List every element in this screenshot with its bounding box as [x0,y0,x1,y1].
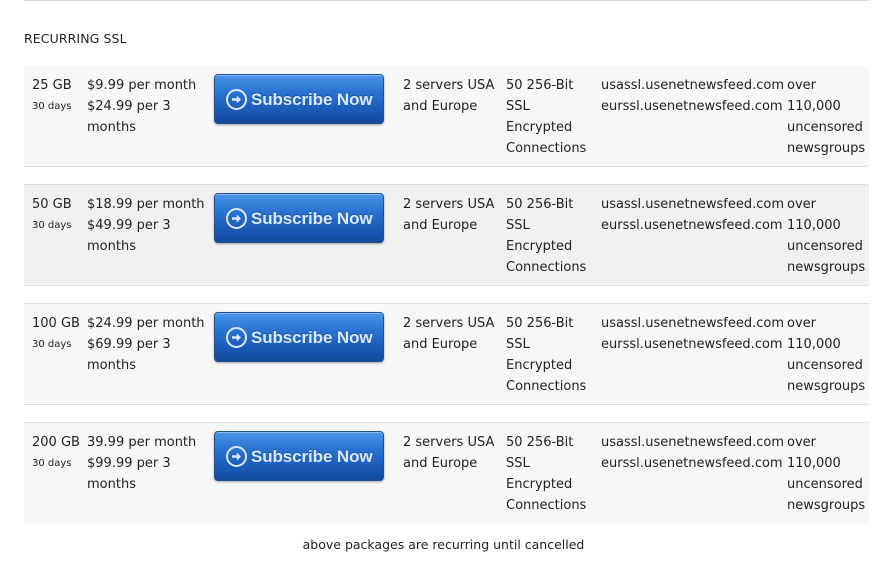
package-connections: 50 256-Bit SSL Encrypted Connections [506,197,587,275]
host-usa: usassl.usenetnewsfeed.com [601,435,784,450]
price-monthly: 39.99 per month [87,435,197,450]
package-hosts: usassl.usenetnewsfeed.com eurssl.usenetn… [601,194,784,236]
price-quarterly: $99.99 per 3 months [87,456,171,492]
price-quarterly: $24.99 per 3 months [87,99,171,135]
top-divider [24,0,869,1]
arrow-right-circle-icon [226,88,247,110]
subscribe-now-button[interactable]: Subscribe Now [214,74,384,124]
host-usa: usassl.usenetnewsfeed.com [601,78,784,93]
price-quarterly: $49.99 per 3 months [87,218,171,254]
price-monthly: $18.99 per month [87,197,205,212]
package-table: 25 GB 30 days $9.99 per month $24.99 per… [24,66,869,524]
host-usa: usassl.usenetnewsfeed.com [601,197,784,212]
package-duration: 30 days [32,339,72,350]
package-size: 25 GB [32,78,72,93]
package-row: 100 GB 30 days $24.99 per month $69.99 p… [24,303,869,405]
subscribe-button-label: Subscribe Now [251,208,373,228]
package-connections: 50 256-Bit SSL Encrypted Connections [506,435,587,513]
recurring-footnote: above packages are recurring until cance… [302,537,585,552]
section-title: RECURRING SSL [24,31,127,46]
package-servers: 2 servers USA and Europe [403,78,495,114]
package-size-cell: 200 GB 30 days [32,432,80,474]
package-size: 50 GB [32,197,72,212]
package-duration: 30 days [32,458,72,469]
host-europe: eurssl.usenetnewsfeed.com [601,337,783,352]
package-newsgroups: over 110,000 uncensored newsgroups [787,78,866,156]
package-size-cell: 50 GB 30 days [32,194,80,236]
package-price-cell: 39.99 per month $99.99 per 3 months [87,432,212,495]
package-connections: 50 256-Bit SSL Encrypted Connections [506,316,587,394]
package-row: 200 GB 30 days 39.99 per month $99.99 pe… [24,422,869,524]
subscribe-button-label: Subscribe Now [251,327,373,347]
price-quarterly: $69.99 per 3 months [87,337,171,373]
package-duration: 30 days [32,220,72,231]
package-price-cell: $9.99 per month $24.99 per 3 months [87,75,212,138]
package-size: 100 GB [32,316,80,331]
package-servers: 2 servers USA and Europe [403,316,495,352]
package-connections: 50 256-Bit SSL Encrypted Connections [506,78,587,156]
package-duration: 30 days [32,101,72,112]
package-newsgroups: over 110,000 uncensored newsgroups [787,197,866,275]
host-europe: eurssl.usenetnewsfeed.com [601,456,783,471]
host-europe: eurssl.usenetnewsfeed.com [601,218,783,233]
subscribe-now-button[interactable]: Subscribe Now [214,312,384,362]
package-servers: 2 servers USA and Europe [403,197,495,233]
package-size-cell: 100 GB 30 days [32,313,80,355]
host-usa: usassl.usenetnewsfeed.com [601,316,784,331]
price-monthly: $9.99 per month [87,78,197,93]
subscribe-button-label: Subscribe Now [251,89,373,109]
package-servers: 2 servers USA and Europe [403,435,495,471]
package-price-cell: $24.99 per month $69.99 per 3 months [87,313,212,376]
package-newsgroups: over 110,000 uncensored newsgroups [787,316,866,394]
subscribe-button-label: Subscribe Now [251,446,373,466]
package-size-cell: 25 GB 30 days [32,75,80,117]
arrow-right-circle-icon [226,207,247,229]
package-size: 200 GB [32,435,80,450]
subscribe-now-button[interactable]: Subscribe Now [214,193,384,243]
price-monthly: $24.99 per month [87,316,205,331]
package-hosts: usassl.usenetnewsfeed.com eurssl.usenetn… [601,75,784,117]
package-row: 25 GB 30 days $9.99 per month $24.99 per… [24,66,869,167]
package-newsgroups: over 110,000 uncensored newsgroups [787,435,866,513]
package-price-cell: $18.99 per month $49.99 per 3 months [87,194,212,257]
subscribe-now-button[interactable]: Subscribe Now [214,431,384,481]
arrow-right-circle-icon [226,445,247,467]
package-hosts: usassl.usenetnewsfeed.com eurssl.usenetn… [601,313,784,355]
package-hosts: usassl.usenetnewsfeed.com eurssl.usenetn… [601,432,784,474]
arrow-right-circle-icon [226,326,247,348]
host-europe: eurssl.usenetnewsfeed.com [601,99,783,114]
package-row: 50 GB 30 days $18.99 per month $49.99 pe… [24,184,869,286]
